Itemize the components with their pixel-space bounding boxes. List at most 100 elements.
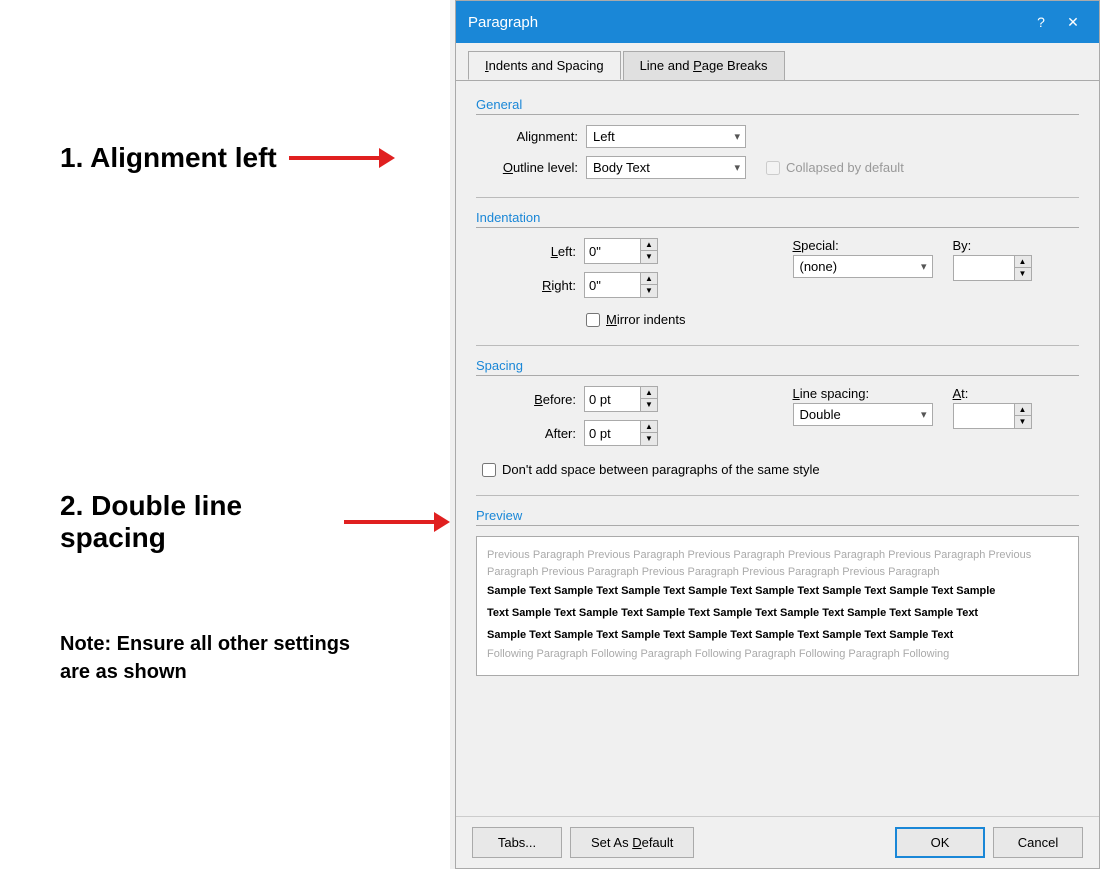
by-spinbox: ▲ ▼	[953, 255, 1032, 281]
help-button[interactable]: ?	[1027, 8, 1055, 36]
line-spacing-label: Line spacing:	[793, 386, 933, 401]
annotation-note: Note: Ensure all other settings are as s…	[60, 630, 380, 686]
at-spinbox: ▲ ▼	[953, 403, 1032, 429]
special-select-wrapper: (none) First line Hanging	[793, 255, 933, 278]
preview-sample-2: Text Sample Text Sample Text Sample Text…	[487, 602, 1068, 624]
dialog-footer: Tabs... Set As Default OK Cancel	[456, 816, 1099, 868]
arrow-1	[289, 148, 395, 168]
by-down[interactable]: ▼	[1015, 268, 1031, 280]
line-spacing-select-wrapper: Single 1.5 lines Double At least Exactly…	[793, 403, 933, 426]
outline-select-wrapper: Body Text Level 1 Level 2 Level 3	[586, 156, 746, 179]
dialog-title: Paragraph	[468, 14, 1023, 31]
indent-left-row: Left: ▲ ▼	[476, 238, 763, 264]
indent-left-input[interactable]	[585, 242, 640, 261]
preview-section: Preview Previous Paragraph Previous Para…	[476, 508, 1079, 676]
indent-left-up[interactable]: ▲	[641, 239, 657, 251]
preview-sample-1: Sample Text Sample Text Sample Text Samp…	[487, 580, 1068, 602]
before-up[interactable]: ▲	[641, 387, 657, 399]
set-default-button[interactable]: Set As Default	[570, 827, 694, 858]
spacing-left-col: Before: ▲ ▼ After:	[476, 386, 763, 454]
paragraph-dialog: Paragraph ? ✕ Indents and Spacing Line a…	[455, 0, 1100, 869]
spacing-cols: Before: ▲ ▼ After:	[476, 386, 1079, 454]
after-input[interactable]	[585, 424, 640, 443]
after-spinbox-btns: ▲ ▼	[640, 421, 657, 445]
indentation-cols: Left: ▲ ▼ Right:	[476, 238, 1079, 306]
preview-previous: Previous Paragraph Previous Paragraph Pr…	[487, 547, 1068, 580]
indentation-section: Indentation Left: ▲ ▼	[476, 210, 1079, 327]
cancel-button[interactable]: Cancel	[993, 827, 1083, 858]
indent-left-spinbox: ▲ ▼	[584, 238, 658, 264]
indent-right-label: Right:	[476, 278, 576, 293]
annotation-1-text: 1. Alignment left	[60, 142, 277, 174]
collapsed-default-group: Collapsed by default	[766, 160, 904, 175]
alignment-select-wrapper: Left Centered Right Justified	[586, 125, 746, 148]
at-col: At: ▲ ▼	[953, 386, 1032, 429]
by-col: By: ▲ ▼	[953, 238, 1032, 281]
indentation-section-title: Indentation	[476, 210, 1079, 228]
preview-sample-3: Sample Text Sample Text Sample Text Samp…	[487, 624, 1068, 646]
by-input[interactable]	[954, 259, 1014, 278]
special-select[interactable]: (none) First line Hanging	[793, 255, 933, 278]
indent-right-down[interactable]: ▼	[641, 285, 657, 297]
indent-left-spinbox-btns: ▲ ▼	[640, 239, 657, 263]
tab-line-page-breaks-label: Line and Page Breaks	[640, 58, 768, 73]
dialog-titlebar: Paragraph ? ✕	[456, 1, 1099, 43]
tab-line-page-breaks[interactable]: Line and Page Breaks	[623, 51, 785, 80]
indent-left-down[interactable]: ▼	[641, 251, 657, 263]
line-spacing-col: Line spacing: Single 1.5 lines Double At…	[793, 386, 933, 426]
alignment-row: Alignment: Left Centered Right Justified	[476, 125, 1079, 148]
arrow-2	[344, 512, 450, 532]
spacing-section: Spacing Before: ▲ ▼	[476, 358, 1079, 477]
dialog-body: General Alignment: Left Centered Right J…	[456, 81, 1099, 816]
tabs-button[interactable]: Tabs...	[472, 827, 562, 858]
special-col: Special: (none) First line Hanging	[793, 238, 933, 278]
by-spinbox-btns: ▲ ▼	[1014, 256, 1031, 280]
dont-add-space-checkbox[interactable]	[482, 463, 496, 477]
indent-right-input[interactable]	[585, 276, 640, 295]
preview-section-title: Preview	[476, 508, 1079, 526]
tab-indents-spacing-label: Indents and Spacing	[485, 58, 604, 73]
by-up[interactable]: ▲	[1015, 256, 1031, 268]
by-label: By:	[953, 238, 1032, 253]
annotation-2: 2. Double line spacing	[60, 490, 450, 554]
indentation-left-col: Left: ▲ ▼ Right:	[476, 238, 763, 306]
before-spinbox-btns: ▲ ▼	[640, 387, 657, 411]
at-spinbox-btns: ▲ ▼	[1014, 404, 1031, 428]
before-input[interactable]	[585, 390, 640, 409]
outline-row: Outline level: Body Text Level 1 Level 2…	[476, 156, 1079, 179]
general-section: General Alignment: Left Centered Right J…	[476, 97, 1079, 179]
at-label: At:	[953, 386, 1032, 401]
at-up[interactable]: ▲	[1015, 404, 1031, 416]
indentation-right-col: Special: (none) First line Hanging	[793, 238, 1080, 281]
before-down[interactable]: ▼	[641, 399, 657, 411]
indent-right-spinbox-btns: ▲ ▼	[640, 273, 657, 297]
preview-following: Following Paragraph Following Paragraph …	[487, 646, 1068, 663]
indent-left-label: Left:	[476, 244, 576, 259]
general-section-title: General	[476, 97, 1079, 115]
after-label: After:	[476, 426, 576, 441]
dont-add-space-label: Don't add space between paragraphs of th…	[502, 462, 820, 477]
ok-button[interactable]: OK	[895, 827, 985, 858]
indent-right-row: Right: ▲ ▼	[476, 272, 763, 298]
after-down[interactable]: ▼	[641, 433, 657, 445]
after-up[interactable]: ▲	[641, 421, 657, 433]
alignment-select[interactable]: Left Centered Right Justified	[586, 125, 746, 148]
left-panel: 1. Alignment left 2. Double line spacing…	[0, 0, 450, 869]
line-spacing-select[interactable]: Single 1.5 lines Double At least Exactly…	[793, 403, 933, 426]
tab-indents-spacing[interactable]: Indents and Spacing	[468, 51, 621, 80]
annotation-2-text: 2. Double line spacing	[60, 490, 332, 554]
outline-select[interactable]: Body Text Level 1 Level 2 Level 3	[586, 156, 746, 179]
collapsed-default-label: Collapsed by default	[786, 160, 904, 175]
mirror-indents-checkbox[interactable]	[586, 313, 600, 327]
dont-add-space-row: Don't add space between paragraphs of th…	[482, 462, 1079, 477]
collapsed-default-checkbox[interactable]	[766, 161, 780, 175]
outline-label: Outline level:	[476, 160, 586, 175]
at-input[interactable]	[954, 407, 1014, 426]
mirror-indents-row: Mirror indents	[586, 312, 1079, 327]
set-default-label: Set As Default	[591, 835, 673, 850]
indent-right-up[interactable]: ▲	[641, 273, 657, 285]
at-down[interactable]: ▼	[1015, 416, 1031, 428]
before-spinbox: ▲ ▼	[584, 386, 658, 412]
special-group: Special: (none) First line Hanging	[793, 238, 1080, 281]
close-button[interactable]: ✕	[1059, 8, 1087, 36]
